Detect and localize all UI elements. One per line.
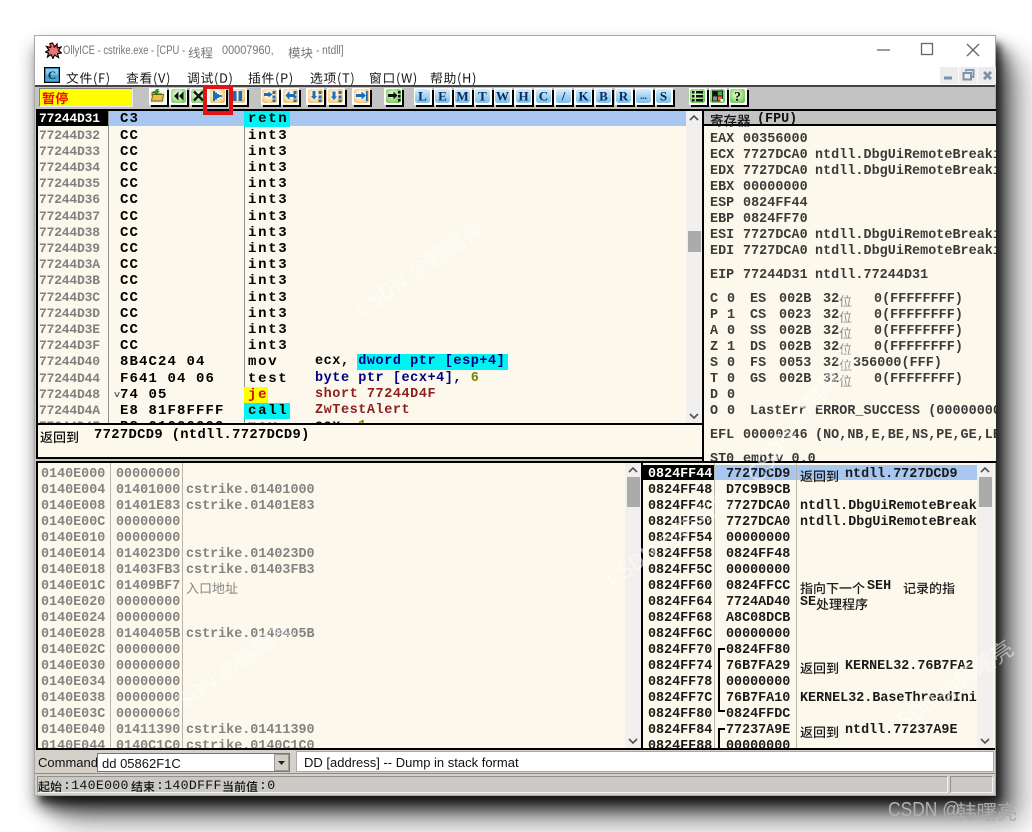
svg-text:B: B [599,89,608,103]
svg-text:/: / [560,89,565,103]
svg-text:C: C [538,89,547,103]
svg-text:R: R [619,89,629,103]
svg-text:S: S [660,89,667,103]
svg-text:...: ... [640,91,647,101]
svg-text:L: L [418,89,427,103]
svg-text:W: W [496,89,509,103]
svg-text:H: H [518,89,528,103]
svg-text:?: ? [734,89,741,103]
svg-text:C: C [48,70,56,82]
svg-text:T: T [478,89,487,103]
svg-text:M: M [457,89,469,103]
svg-text:K: K [578,89,589,103]
svg-text:E: E [438,89,447,103]
